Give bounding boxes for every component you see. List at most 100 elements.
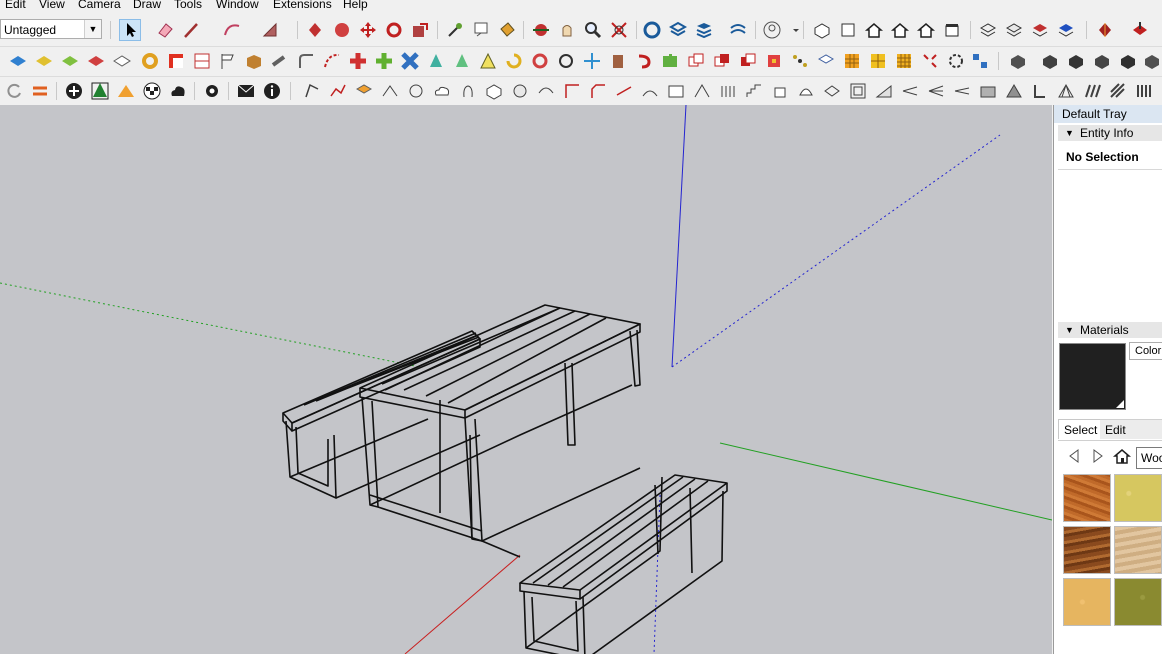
zoom-icon[interactable] <box>583 20 603 40</box>
material-library-select[interactable]: Woo <box>1136 447 1162 469</box>
fillet-tool-icon[interactable] <box>296 51 316 71</box>
layers-icon[interactable] <box>694 20 714 40</box>
chain-icon[interactable] <box>380 81 400 101</box>
arc-slope-icon[interactable] <box>640 81 660 101</box>
terrain-icon[interactable] <box>116 81 136 101</box>
stairs-icon[interactable] <box>744 81 764 101</box>
frame-icon[interactable] <box>666 81 686 101</box>
pan-icon[interactable] <box>557 20 577 40</box>
tree-icon[interactable] <box>90 81 110 101</box>
orbit-icon[interactable] <box>531 20 551 40</box>
solid-tool-6-icon[interactable] <box>1142 51 1162 71</box>
account-icon[interactable] <box>762 20 782 40</box>
solid-tool-3-icon[interactable] <box>1066 51 1086 71</box>
menu-help[interactable]: Help <box>343 0 368 12</box>
rectangle-tool-icon[interactable] <box>260 20 280 40</box>
menu-draw[interactable]: Draw <box>133 0 161 12</box>
extrude-icon[interactable] <box>354 81 374 101</box>
tent-wire-icon[interactable] <box>692 81 712 101</box>
material-thumb-wood-olive[interactable] <box>1114 578 1162 626</box>
tape-measure-icon[interactable] <box>445 20 465 40</box>
pyramid-tool-icon[interactable] <box>452 51 472 71</box>
checker-icon[interactable] <box>142 81 162 101</box>
line-tool-icon[interactable] <box>182 20 202 40</box>
boolean-intersect-icon[interactable] <box>738 51 758 71</box>
group-tool-icon[interactable] <box>970 51 990 71</box>
cylinder-tool-icon[interactable] <box>608 51 628 71</box>
grid-plane-icon[interactable] <box>816 51 836 71</box>
cross-blue-icon[interactable] <box>400 51 420 71</box>
spiral-tool-icon[interactable] <box>504 51 524 71</box>
fan-3-icon[interactable] <box>952 81 972 101</box>
grid-tool-icon[interactable] <box>192 51 212 71</box>
joist-icon[interactable] <box>1082 81 1102 101</box>
material-thumb-wood-cork[interactable] <box>1063 578 1111 626</box>
layer-green-icon[interactable] <box>60 51 80 71</box>
sandbox-icon[interactable] <box>728 20 748 40</box>
glove-icon[interactable] <box>770 81 790 101</box>
trim-tool-icon[interactable] <box>764 51 784 71</box>
rotate-tool-icon[interactable] <box>384 20 404 40</box>
boolean-subtract-icon[interactable] <box>712 51 732 71</box>
plus-green-icon[interactable] <box>374 51 394 71</box>
wall-icon[interactable] <box>978 81 998 101</box>
hand-tool-icon[interactable] <box>458 81 478 101</box>
tab-edit[interactable]: Edit <box>1100 419 1162 439</box>
plus-red-icon[interactable] <box>348 51 368 71</box>
array-tool-icon[interactable] <box>790 51 810 71</box>
materials-header[interactable]: ▼ Materials <box>1058 322 1162 338</box>
current-material-swatch[interactable] <box>1059 343 1126 410</box>
arc-tool-icon[interactable] <box>222 20 242 40</box>
box-tool-icon[interactable] <box>244 51 264 71</box>
ring-tool-icon[interactable] <box>530 51 550 71</box>
fan-icon[interactable] <box>900 81 920 101</box>
model-viewport[interactable] <box>0 105 1052 654</box>
menu-window[interactable]: Window <box>216 0 259 12</box>
menu-extensions[interactable]: Extensions <box>273 0 332 12</box>
back-view-icon[interactable] <box>916 20 936 40</box>
curve-tool-icon[interactable] <box>140 51 160 71</box>
zoom-extents-icon[interactable] <box>609 20 629 40</box>
tag-tool-icon[interactable] <box>8 51 28 71</box>
select-tool-icon[interactable] <box>119 19 141 41</box>
settings-gear-icon[interactable] <box>202 81 222 101</box>
add-circle-icon[interactable] <box>64 81 84 101</box>
layer-yellow-icon[interactable] <box>34 51 54 71</box>
hatch-icon[interactable] <box>1108 81 1128 101</box>
push-pull-icon[interactable] <box>305 20 325 40</box>
left-view-icon[interactable] <box>942 20 962 40</box>
material-thumb-wood-dark-orange[interactable] <box>1063 474 1111 522</box>
section-plane-icon[interactable] <box>1095 20 1115 40</box>
layer-red-icon[interactable] <box>86 51 106 71</box>
boolean-union-icon[interactable] <box>686 51 706 71</box>
warehouse-icon[interactable] <box>642 20 662 40</box>
box-wire-icon[interactable] <box>484 81 504 101</box>
home-icon[interactable] <box>1112 446 1132 466</box>
profile-tool-icon[interactable] <box>302 81 322 101</box>
eraser-tool-icon[interactable] <box>155 20 175 40</box>
menu-edit[interactable]: Edit <box>5 0 26 12</box>
solid-tool-2-icon[interactable] <box>1040 51 1060 71</box>
cloud-icon[interactable] <box>432 81 452 101</box>
wireframe-style-icon[interactable] <box>1004 20 1024 40</box>
swap-icon[interactable] <box>30 81 50 101</box>
tag-selector[interactable]: Untagged ▼ <box>0 19 102 39</box>
layer-outline-icon[interactable] <box>112 51 132 71</box>
truss-icon[interactable] <box>1056 81 1076 101</box>
info-icon[interactable] <box>262 81 282 101</box>
solid-tool-5-icon[interactable] <box>1118 51 1138 71</box>
polyline-icon[interactable] <box>328 81 348 101</box>
solid-tool-1-icon[interactable] <box>1008 51 1028 71</box>
back-arrow-icon[interactable] <box>1064 446 1084 466</box>
menu-camera[interactable]: Camera <box>78 0 121 12</box>
dashed-circle-icon[interactable] <box>946 51 966 71</box>
cloud-upload-icon[interactable] <box>168 81 188 101</box>
bracket-icon[interactable] <box>1030 81 1050 101</box>
loop-tool-icon[interactable] <box>556 51 576 71</box>
lattice-yellow-icon[interactable] <box>868 51 888 71</box>
chevron-down-icon[interactable] <box>786 20 799 40</box>
sphere-wire-icon[interactable] <box>406 81 426 101</box>
point-cloud-icon[interactable] <box>920 51 940 71</box>
move-tool-icon[interactable] <box>358 20 378 40</box>
hook-tool-icon[interactable] <box>634 51 654 71</box>
